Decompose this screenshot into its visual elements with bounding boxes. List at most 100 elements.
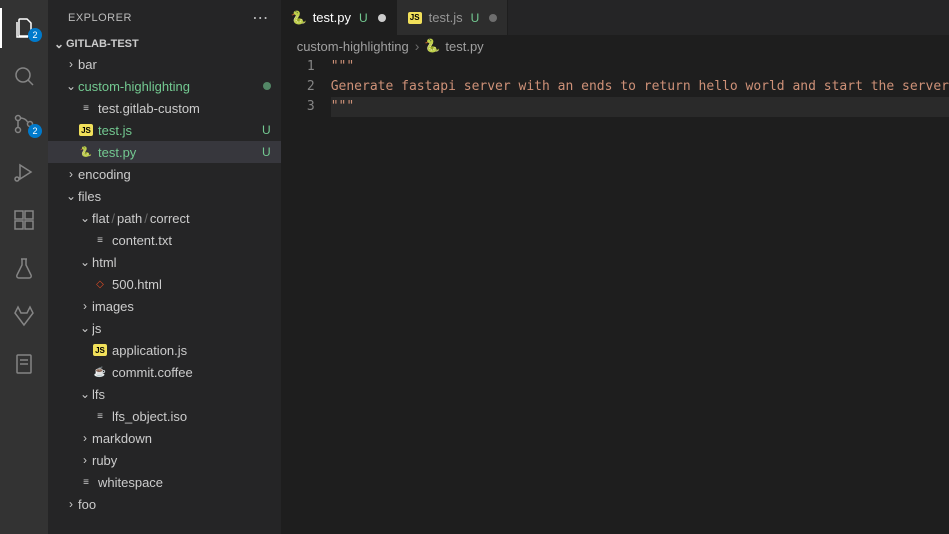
line-number: 3 (281, 97, 315, 117)
folder-custom-highlighting[interactable]: ⌄ custom-highlighting (48, 75, 281, 97)
tree-root[interactable]: ⌄ GITLAB-TEST (48, 35, 281, 53)
folder-label: images (92, 299, 271, 314)
chevron-down-icon: ⌄ (64, 79, 78, 93)
chevron-right-icon: › (64, 497, 78, 511)
file-icon: ≡ (78, 474, 94, 490)
tab-label: test.py (313, 10, 351, 25)
chevron-right-icon: › (64, 57, 78, 71)
git-status: U (359, 11, 368, 25)
file-test-gitlab-custom[interactable]: ≡ test.gitlab-custom (48, 97, 281, 119)
git-status: U (471, 11, 480, 25)
code-line: Generate fastapi server with an ends to … (331, 79, 949, 94)
file-tree: › bar ⌄ custom-highlighting ≡ test.gitla… (48, 53, 281, 534)
folder-label: html (92, 255, 271, 270)
file-test-py[interactable]: 🐍 test.py U (48, 141, 281, 163)
chevron-right-icon: › (78, 453, 92, 467)
breadcrumbs[interactable]: custom-highlighting › 🐍 test.py (281, 35, 949, 57)
sidebar-header: EXPLORER ⋯ (48, 0, 281, 35)
python-icon: 🐍 (78, 144, 94, 160)
line-number: 1 (281, 57, 315, 77)
file-test-js[interactable]: JS test.js U (48, 119, 281, 141)
note-icon (12, 352, 36, 376)
folder-files[interactable]: ⌄ files (48, 185, 281, 207)
file-label: test.js (98, 123, 258, 138)
file-application-js[interactable]: JS application.js (48, 339, 281, 361)
chevron-right-icon: › (64, 167, 78, 181)
tab-test-js[interactable]: JS test.js U (397, 0, 509, 35)
scm-badge: 2 (28, 124, 42, 138)
chevron-down-icon: ⌄ (78, 387, 92, 401)
line-gutter: 1 2 3 (281, 57, 331, 534)
explorer-activity[interactable]: 2 (0, 8, 48, 48)
extensions-activity[interactable] (0, 200, 48, 240)
tree-root-label: GITLAB-TEST (66, 38, 139, 50)
tab-bar: 🐍 test.py U JS test.js U (281, 0, 949, 35)
folder-label: markdown (92, 431, 271, 446)
folder-label: custom-highlighting (78, 79, 259, 94)
folder-label: lfs (92, 387, 271, 402)
notes-activity[interactable] (0, 344, 48, 384)
folder-markdown[interactable]: › markdown (48, 427, 281, 449)
folder-encoding[interactable]: › encoding (48, 163, 281, 185)
folder-html[interactable]: ⌄ html (48, 251, 281, 273)
file-icon: ≡ (92, 408, 108, 424)
chevron-down-icon: ⌄ (78, 321, 92, 335)
scm-activity[interactable]: 2 (0, 104, 48, 144)
line-number: 2 (281, 77, 315, 97)
code-content[interactable]: """ Generate fastapi server with an ends… (331, 57, 949, 534)
coffee-icon: ☕ (92, 364, 108, 380)
explorer-badge: 2 (28, 28, 42, 42)
search-icon (12, 64, 36, 88)
sidebar-title: EXPLORER (68, 12, 132, 24)
tab-label: test.js (429, 10, 463, 25)
folder-flat-path-correct[interactable]: ⌄ flat/path/correct (48, 207, 281, 229)
file-label: whitespace (98, 475, 271, 490)
file-whitespace[interactable]: ≡ whitespace (48, 471, 281, 493)
breadcrumb-folder[interactable]: custom-highlighting (297, 39, 409, 54)
file-label: lfs_object.iso (112, 409, 271, 424)
file-lfs-object-iso[interactable]: ≡ lfs_object.iso (48, 405, 281, 427)
extensions-icon (12, 208, 36, 232)
gitlab-activity[interactable] (0, 296, 48, 336)
python-icon: 🐍 (425, 38, 439, 54)
file-label: test.gitlab-custom (98, 101, 271, 116)
file-commit-coffee[interactable]: ☕ commit.coffee (48, 361, 281, 383)
sidebar: EXPLORER ⋯ ⌄ GITLAB-TEST › bar ⌄ custom-… (48, 0, 281, 534)
file-500-html[interactable]: ◇ 500.html (48, 273, 281, 295)
folder-label: files (78, 189, 271, 204)
js-icon: JS (78, 122, 94, 138)
folder-label: flat/path/correct (92, 211, 271, 226)
code-editor[interactable]: 1 2 3 """ Generate fastapi server with a… (281, 57, 949, 534)
js-icon: JS (407, 12, 423, 24)
folder-ruby[interactable]: › ruby (48, 449, 281, 471)
folder-label: bar (78, 57, 271, 72)
debug-icon (12, 160, 36, 184)
chevron-down-icon: ⌄ (78, 255, 92, 269)
folder-label: encoding (78, 167, 271, 182)
folder-js[interactable]: ⌄ js (48, 317, 281, 339)
folder-foo[interactable]: › foo (48, 493, 281, 515)
testing-activity[interactable] (0, 248, 48, 288)
code-line: """ (331, 59, 354, 74)
chevron-down-icon: ⌄ (52, 37, 66, 51)
search-activity[interactable] (0, 56, 48, 96)
js-icon: JS (92, 342, 108, 358)
file-label: test.py (98, 145, 258, 160)
tab-test-py[interactable]: 🐍 test.py U (281, 0, 397, 35)
folder-images[interactable]: › images (48, 295, 281, 317)
gitlab-icon (12, 304, 36, 328)
file-content-txt[interactable]: ≡ content.txt (48, 229, 281, 251)
git-status: U (262, 123, 271, 137)
folder-lfs[interactable]: ⌄ lfs (48, 383, 281, 405)
file-icon: ≡ (78, 100, 94, 116)
chevron-right-icon: › (78, 431, 92, 445)
debug-activity[interactable] (0, 152, 48, 192)
file-label: content.txt (112, 233, 271, 248)
flask-icon (12, 256, 36, 280)
file-label: application.js (112, 343, 271, 358)
sidebar-more-icon[interactable]: ⋯ (252, 8, 269, 28)
folder-label: ruby (92, 453, 271, 468)
modified-dot-icon (263, 82, 271, 90)
breadcrumb-file[interactable]: test.py (445, 39, 483, 54)
folder-bar[interactable]: › bar (48, 53, 281, 75)
